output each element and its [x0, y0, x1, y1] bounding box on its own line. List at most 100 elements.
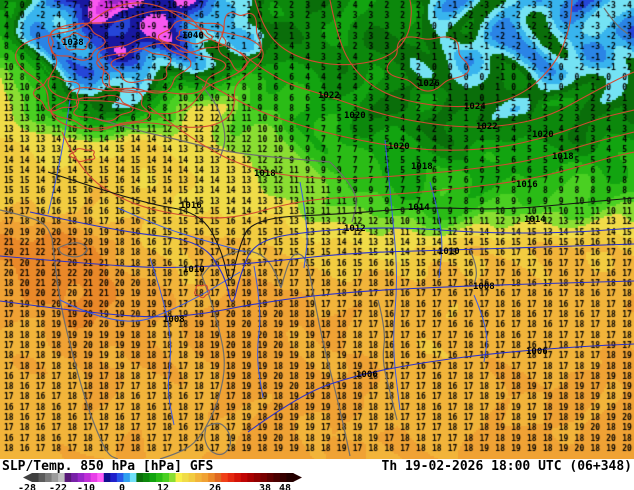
color-scale-segment — [77, 473, 85, 482]
color-scale-segment — [38, 473, 46, 482]
color-scale-segment — [266, 473, 274, 482]
isobar-label: 1006 — [526, 347, 548, 357]
color-scale-segment — [103, 473, 111, 482]
isobar-label: 1022 — [476, 122, 498, 132]
isobar-contour — [47, 171, 634, 281]
color-scale-segment — [84, 473, 92, 482]
color-scale-segment — [201, 473, 209, 482]
color-scale-segment — [116, 473, 124, 482]
isobar-label: 1022 — [318, 91, 340, 101]
coastline — [201, 250, 282, 289]
color-scale-segment — [214, 473, 222, 482]
color-scale-arrow-left — [23, 473, 32, 482]
contour-overlay: 1038104010221020102610241022102010201018… — [0, 0, 634, 459]
isobar-contour — [247, 343, 634, 433]
color-scale-segment — [279, 473, 287, 482]
color-scale-arrow-right — [293, 473, 302, 482]
isobar-label: 1020 — [344, 111, 366, 121]
color-scale-segment — [149, 473, 157, 482]
color-scale-tick: 26 — [209, 483, 221, 490]
color-scale-segment — [227, 473, 235, 482]
color-scale-segment — [51, 473, 59, 482]
color-scale-segment — [90, 473, 98, 482]
color-scale-segment — [260, 473, 268, 482]
color-scale-tick: -10 — [77, 483, 95, 490]
color-scale-segment — [175, 473, 183, 482]
isobar-contour — [0, 243, 634, 269]
isobar-label: 1012 — [344, 224, 366, 234]
isobar-label: 1020 — [388, 142, 410, 152]
isobar-label: 1008 — [473, 282, 495, 292]
isobar-label: 1038 — [62, 38, 84, 48]
isobar-contour — [254, 0, 412, 66]
color-scale-tick: 0 — [119, 483, 125, 490]
color-scale-segment — [253, 473, 261, 482]
color-scale-segment — [64, 473, 72, 482]
isobar-label: 1010 — [438, 247, 460, 257]
isobar-contour — [73, 94, 134, 122]
color-scale-segment — [142, 473, 150, 482]
color-scale-segment — [188, 473, 196, 482]
color-scale-segment — [240, 473, 248, 482]
color-scale-segment — [110, 473, 118, 482]
isobar-label: 1014 — [408, 203, 430, 213]
river — [253, 265, 264, 399]
coastline — [51, 237, 119, 459]
color-scale-tick: -22 — [49, 483, 67, 490]
color-scale-segment — [182, 473, 190, 482]
legend-bar: SLP/Temp. 850 hPa [hPa] GFS Th 19-02-202… — [0, 459, 634, 490]
isobar-contour — [29, 211, 634, 302]
color-scale-tick: 38 — [259, 483, 271, 490]
color-scale-segment — [45, 473, 53, 482]
coastline — [0, 209, 53, 239]
river — [59, 271, 241, 322]
color-scale-segment — [162, 473, 170, 482]
color-scale-segment — [221, 473, 229, 482]
color-scale-segment — [123, 473, 131, 482]
isobar-label: 1026 — [418, 79, 440, 89]
color-scale-segment — [129, 473, 137, 482]
isobar-label: 1018 — [254, 169, 276, 179]
color-scale-segment — [195, 473, 203, 482]
isobar-contour — [329, 0, 573, 108]
isobar-label: 1010 — [183, 265, 205, 275]
coastline — [280, 253, 351, 457]
isobar-contour — [61, 131, 634, 219]
isobar-label: 1008 — [163, 315, 185, 325]
color-scale-segment — [273, 473, 281, 482]
color-scale-segment — [247, 473, 255, 482]
isobar-label: 1018 — [411, 162, 433, 172]
isobar-label: 1024 — [464, 102, 486, 112]
map-area: 1038 1040 1022 1020 1026 1024 1022 1020 1020 1018… — [0, 0, 634, 459]
color-scale-tick: 48 — [279, 483, 291, 490]
isobar-label: 1014 — [524, 215, 546, 225]
color-scale-segment — [32, 473, 40, 482]
isobar-contour — [96, 42, 227, 95]
color-scale: -28 -22 -10 0 12 26 38 48 — [18, 473, 302, 490]
color-scale-segment — [208, 473, 216, 482]
isobar-label: 1020 — [532, 130, 554, 140]
color-scale-segment — [169, 473, 177, 482]
coastline — [603, 7, 629, 35]
weather-map-screenshot: 1038 1040 1022 1020 1026 1024 1022 1020 1020 1018… — [0, 0, 634, 490]
coastline — [469, 249, 477, 287]
isobar-label: 1016 — [180, 201, 202, 211]
isobar-contour — [239, 51, 634, 128]
isobar-label: 1018 — [552, 152, 574, 162]
color-scale-segment — [234, 473, 242, 482]
river — [149, 257, 175, 426]
coastline — [57, 242, 88, 258]
isobar-contour — [195, 75, 634, 151]
color-scale-segment — [155, 473, 163, 482]
color-scale-segment — [286, 473, 294, 482]
river — [473, 294, 488, 363]
coastline — [204, 422, 232, 456]
color-scale-tick: -28 — [18, 483, 36, 490]
color-scale-tick: 12 — [157, 483, 169, 490]
isobar-label: 1006 — [356, 370, 378, 380]
color-scale-segment — [58, 473, 66, 482]
isobar-label: 1016 — [516, 180, 538, 190]
color-scale-segment — [136, 473, 144, 482]
color-scale-segment — [71, 473, 79, 482]
isobar-label: 1040 — [182, 31, 204, 41]
